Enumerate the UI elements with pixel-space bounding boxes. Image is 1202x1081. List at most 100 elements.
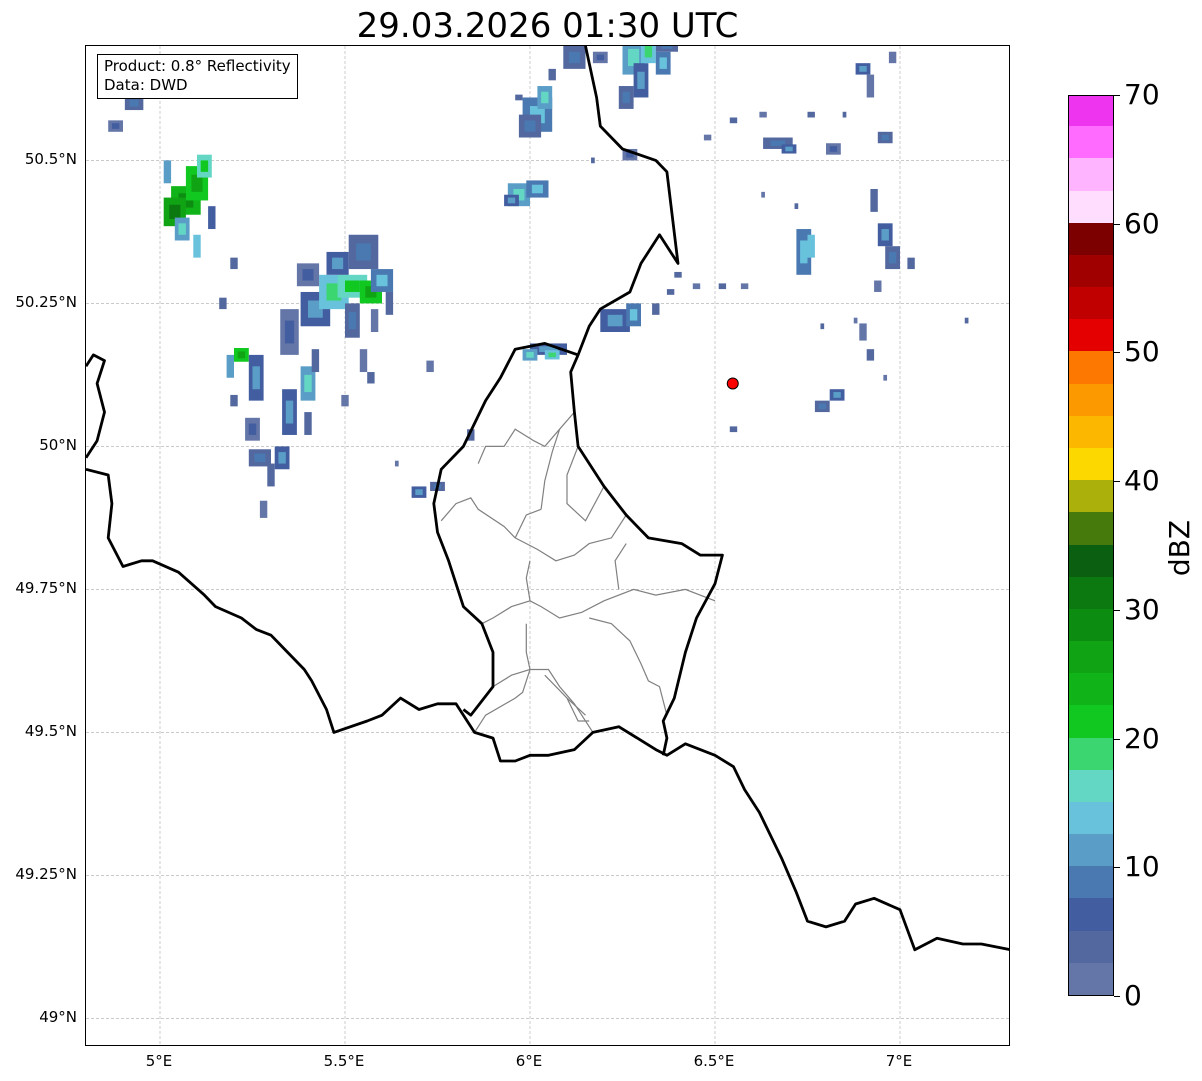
echo-cell-core bbox=[507, 197, 516, 204]
district-border bbox=[589, 617, 668, 716]
colorbar-segment bbox=[1069, 543, 1113, 577]
colorbar-tick-label: 10 bbox=[1124, 850, 1160, 884]
echo-cell-core bbox=[178, 223, 186, 235]
echo-cell-core bbox=[376, 274, 388, 287]
echo-cell-core bbox=[345, 280, 360, 292]
district-border bbox=[481, 560, 531, 625]
echo-cell bbox=[163, 160, 172, 184]
echo-cell bbox=[729, 426, 738, 433]
echo-cell-core bbox=[596, 54, 604, 61]
echo-cell-core bbox=[129, 99, 139, 107]
echo-cell bbox=[341, 394, 349, 407]
echo-cell-core bbox=[278, 452, 286, 464]
echo-cell bbox=[853, 317, 858, 324]
echo-cell bbox=[219, 297, 227, 310]
colorbar-segment bbox=[1069, 801, 1113, 835]
lon-tick-label: 5.5°E bbox=[323, 1052, 365, 1070]
echo-cell-core bbox=[568, 51, 580, 64]
colorbar-segment bbox=[1069, 157, 1113, 191]
echo-cell-core bbox=[881, 229, 889, 241]
district-border bbox=[492, 623, 531, 688]
echo-cell bbox=[718, 283, 727, 290]
regional-borders bbox=[440, 411, 716, 733]
colorbar-segment bbox=[1069, 383, 1113, 416]
lon-tick-label: 7°E bbox=[885, 1052, 913, 1070]
colorbar-segment bbox=[1069, 125, 1113, 159]
colorbar-segment bbox=[1069, 286, 1113, 320]
colorbar-segment bbox=[1069, 318, 1113, 352]
lat-tick-label: 49.75°N bbox=[15, 579, 77, 598]
echo-cell-core bbox=[169, 204, 181, 220]
colorbar-label: dBZ bbox=[1163, 519, 1196, 577]
echo-cell bbox=[230, 394, 238, 407]
map-panel[interactable] bbox=[85, 45, 1010, 1046]
echo-cell bbox=[394, 460, 399, 467]
country-border bbox=[432, 342, 579, 717]
radar-site-marker[interactable] bbox=[726, 377, 739, 390]
district-border bbox=[440, 497, 516, 539]
echo-cell bbox=[859, 323, 867, 341]
echo-cell-core bbox=[111, 123, 120, 129]
district-border bbox=[544, 674, 586, 716]
echo-cell bbox=[304, 412, 312, 435]
colorbar-tick-label: 30 bbox=[1124, 592, 1160, 626]
echo-cell bbox=[794, 203, 799, 210]
district-border bbox=[477, 411, 575, 464]
echo-cell-core bbox=[348, 311, 357, 330]
colorbar-segment bbox=[1069, 930, 1113, 963]
lon-tick-label: 6.5°E bbox=[693, 1052, 735, 1070]
echo-cell bbox=[426, 360, 434, 373]
echo-cell-core bbox=[237, 351, 246, 359]
district-border bbox=[529, 588, 716, 619]
colorbar-segment bbox=[1069, 962, 1113, 995]
colorbar-tick-label: 50 bbox=[1124, 335, 1160, 369]
echo-cell bbox=[907, 257, 915, 270]
echo-cell-core bbox=[859, 66, 867, 72]
colorbar-segment bbox=[1069, 769, 1113, 802]
colorbar-segment bbox=[1069, 511, 1113, 545]
echo-cell-core bbox=[829, 146, 838, 152]
colorbar-segment bbox=[1069, 576, 1113, 609]
colorbar-tick-mark bbox=[1114, 352, 1120, 354]
colorbar-segment bbox=[1069, 865, 1113, 899]
echo-cell-core bbox=[659, 57, 667, 69]
colorbar-segment bbox=[1069, 254, 1113, 288]
echo-cell bbox=[370, 309, 379, 332]
colorbar-tick-mark bbox=[1114, 867, 1120, 869]
echo-cell bbox=[359, 349, 368, 373]
colorbar-tick-mark bbox=[1114, 996, 1120, 997]
country-border bbox=[86, 467, 1009, 952]
data-source-label: Data: DWD bbox=[104, 76, 188, 94]
lat-tick-label: 49°N bbox=[39, 1008, 77, 1027]
echo-cell-core bbox=[526, 352, 534, 358]
echo-cell bbox=[807, 234, 815, 258]
echo-cell bbox=[674, 271, 682, 278]
echo-cell bbox=[729, 117, 738, 124]
echo-cell-core bbox=[415, 489, 423, 496]
country-border bbox=[86, 353, 106, 459]
echo-cell bbox=[367, 372, 375, 384]
echo-cell-core bbox=[818, 403, 826, 410]
echo-cell bbox=[548, 68, 556, 81]
colorbar-tick-label: 70 bbox=[1124, 78, 1160, 111]
colorbar-segment bbox=[1069, 479, 1113, 513]
colorbar-tick-label: 0 bbox=[1124, 979, 1142, 1012]
echo-cell-core bbox=[541, 91, 549, 104]
echo-cell-core bbox=[304, 374, 312, 393]
echo-cell-core bbox=[248, 423, 257, 435]
colorbar-segment bbox=[1069, 897, 1113, 931]
colorbar-segment bbox=[1069, 608, 1113, 642]
lon-tick-label: 6°E bbox=[515, 1052, 543, 1070]
echo-cell bbox=[740, 283, 749, 290]
colorbar-tick-mark bbox=[1114, 223, 1120, 225]
map-canvas[interactable] bbox=[86, 46, 1010, 1046]
district-border bbox=[514, 508, 542, 539]
colorbar-segment bbox=[1069, 96, 1113, 127]
colorbar-tick-mark bbox=[1114, 609, 1120, 611]
echo-cell-core bbox=[881, 134, 889, 141]
colorbar-tick-mark bbox=[1114, 738, 1120, 740]
colorbar-segment bbox=[1069, 189, 1113, 223]
colorbar-tick-label: 20 bbox=[1124, 721, 1160, 755]
echo-cell bbox=[759, 111, 767, 118]
lat-tick-label: 50°N bbox=[39, 436, 77, 455]
